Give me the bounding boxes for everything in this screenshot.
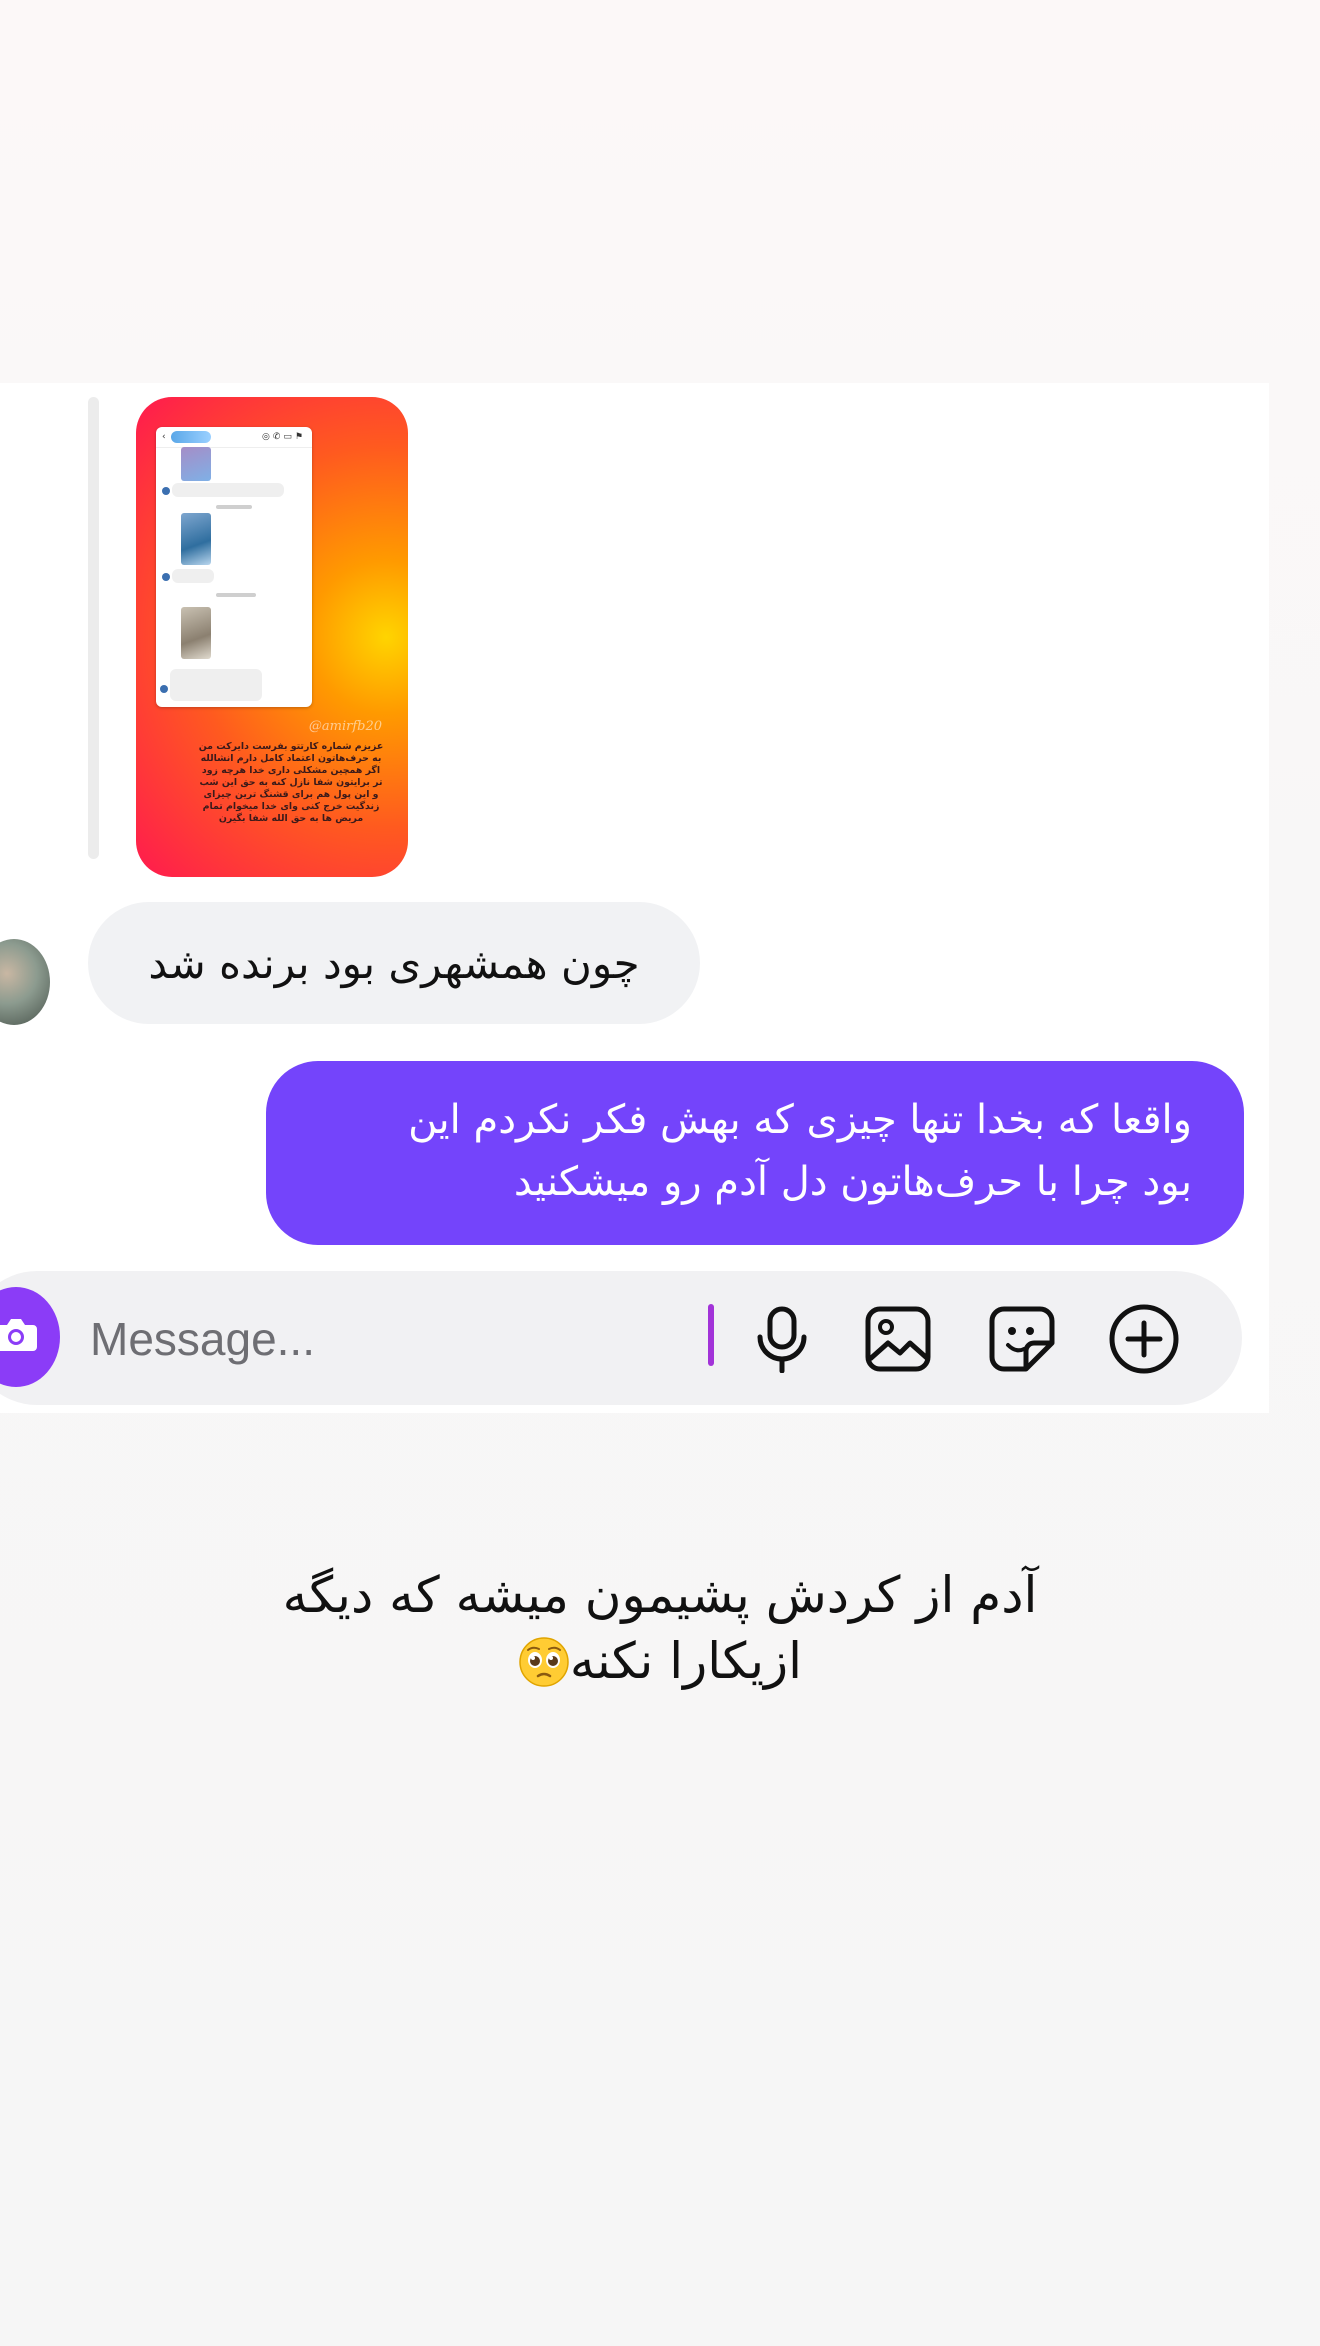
post-screenshot-header-icons: ◎✆▭⚑ xyxy=(262,432,306,442)
sender-avatar[interactable] xyxy=(0,939,50,1025)
outgoing-message-line-2: بود چرا با حرف‌هاتون دل آدم رو میشکنید xyxy=(513,1159,1192,1205)
pleading-face-emoji xyxy=(518,1636,570,1688)
post-avatar-dot xyxy=(160,685,168,693)
post-avatar-dot xyxy=(162,487,170,495)
post-thumb-image xyxy=(181,513,211,565)
outgoing-message-line-1: واقعا که بخدا تنها چیزی که بهش فکر نکردم… xyxy=(408,1097,1192,1143)
post-thumb-image xyxy=(181,447,211,481)
post-thumb-image xyxy=(181,607,211,659)
message-input[interactable] xyxy=(88,1298,672,1380)
post-timestamp-line xyxy=(216,505,252,509)
post-caption-text: عزیزم شماره کارتتو بفرست دایرکت من به حر… xyxy=(198,741,384,824)
plus-icon[interactable] xyxy=(1108,1303,1180,1375)
post-avatar-dot xyxy=(162,573,170,581)
outgoing-message-bubble[interactable]: واقعا که بخدا تنها چیزی که بهش فکر نکردم… xyxy=(266,1061,1244,1245)
post-username-watermark: @amirfb20 xyxy=(308,719,382,734)
story-caption: آدم از کردش پشیمون میشه که دیگه ازیکارا … xyxy=(160,1562,1160,1694)
incoming-message-text: چون همشهری بود برنده شد xyxy=(148,938,640,988)
incoming-message-bubble[interactable]: چون همشهری بود برنده شد xyxy=(88,902,700,1024)
post-screenshot-logo xyxy=(170,431,211,443)
story-caption-line-2-wrap: ازیکارا نکنه xyxy=(160,1628,1160,1694)
text-cursor xyxy=(708,1304,714,1366)
post-bubble xyxy=(172,483,284,497)
post-timestamp-line xyxy=(216,593,256,597)
mic-icon[interactable] xyxy=(746,1303,818,1375)
post-screenshot-thumbnail: ‹ ◎✆▭⚑ xyxy=(156,427,312,707)
post-screenshot-header: ‹ ◎✆▭⚑ xyxy=(156,427,312,448)
camera-icon xyxy=(0,1315,39,1359)
story-caption-line-1: آدم از کردش پشیمون میشه که دیگه xyxy=(282,1566,1038,1624)
reply-indicator-bar xyxy=(88,397,99,859)
chevron-left-icon: ‹ xyxy=(162,432,166,442)
post-bubble xyxy=(172,569,214,583)
chat-screenshot: ‹ ◎✆▭⚑ @amirfb20 عزیزم شماره کارتتو بفرس… xyxy=(0,383,1269,1413)
gallery-icon[interactable] xyxy=(862,1303,934,1375)
post-bubble xyxy=(170,669,262,701)
sticker-icon[interactable] xyxy=(986,1303,1058,1375)
story-caption-line-2: ازیکارا نکنه xyxy=(569,1632,803,1690)
shared-story-preview[interactable]: ‹ ◎✆▭⚑ @amirfb20 عزیزم شماره کارتتو بفرس… xyxy=(136,397,408,877)
